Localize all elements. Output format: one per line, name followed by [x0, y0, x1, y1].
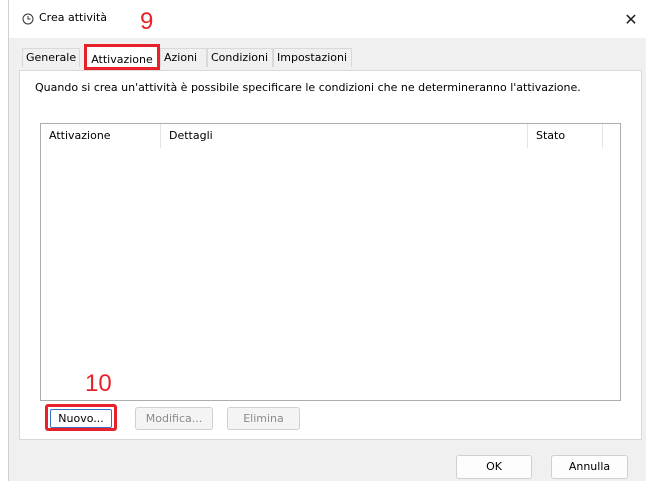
new-trigger-button[interactable]: Nuovo... [45, 404, 117, 431]
title-bar: Crea attività ✕ [9, 0, 646, 38]
edit-trigger-button[interactable]: Modifica... [135, 407, 213, 430]
triggers-list[interactable]: Attivazione Dettagli Stato [40, 123, 621, 401]
create-task-dialog: Crea attività ✕ 9 Generale Azioni Condiz… [8, 0, 646, 481]
clock-icon [22, 13, 34, 25]
list-header: Attivazione Dettagli Stato [41, 124, 620, 149]
triggers-panel: Quando si crea un'attività è possibile s… [19, 70, 642, 440]
tab-generale[interactable]: Generale [22, 48, 80, 67]
tab-azioni[interactable]: Azioni [160, 48, 207, 67]
close-button[interactable]: ✕ [619, 8, 643, 32]
tab-impostazioni[interactable]: Impostazioni [273, 48, 352, 67]
panel-description: Quando si crea un'attività è possibile s… [35, 81, 581, 94]
tab-attivazione[interactable]: Attivazione [84, 44, 160, 70]
column-header-stato[interactable]: Stato [528, 124, 603, 148]
close-icon: ✕ [624, 10, 638, 29]
tab-condizioni[interactable]: Condizioni [207, 48, 273, 67]
annotation-step-9: 9 [140, 8, 154, 35]
tab-strip: Generale Azioni Condizioni Impostazioni … [9, 44, 646, 70]
new-trigger-button-label: Nuovo... [50, 409, 112, 428]
annotation-step-10: 10 [85, 370, 112, 397]
ok-button[interactable]: OK [456, 455, 532, 479]
delete-trigger-button[interactable]: Elimina [227, 407, 300, 430]
cancel-button[interactable]: Annulla [551, 455, 628, 479]
window-title: Crea attività [39, 11, 108, 24]
column-header-dettagli[interactable]: Dettagli [161, 124, 528, 148]
column-header-attivazione[interactable]: Attivazione [41, 124, 161, 148]
